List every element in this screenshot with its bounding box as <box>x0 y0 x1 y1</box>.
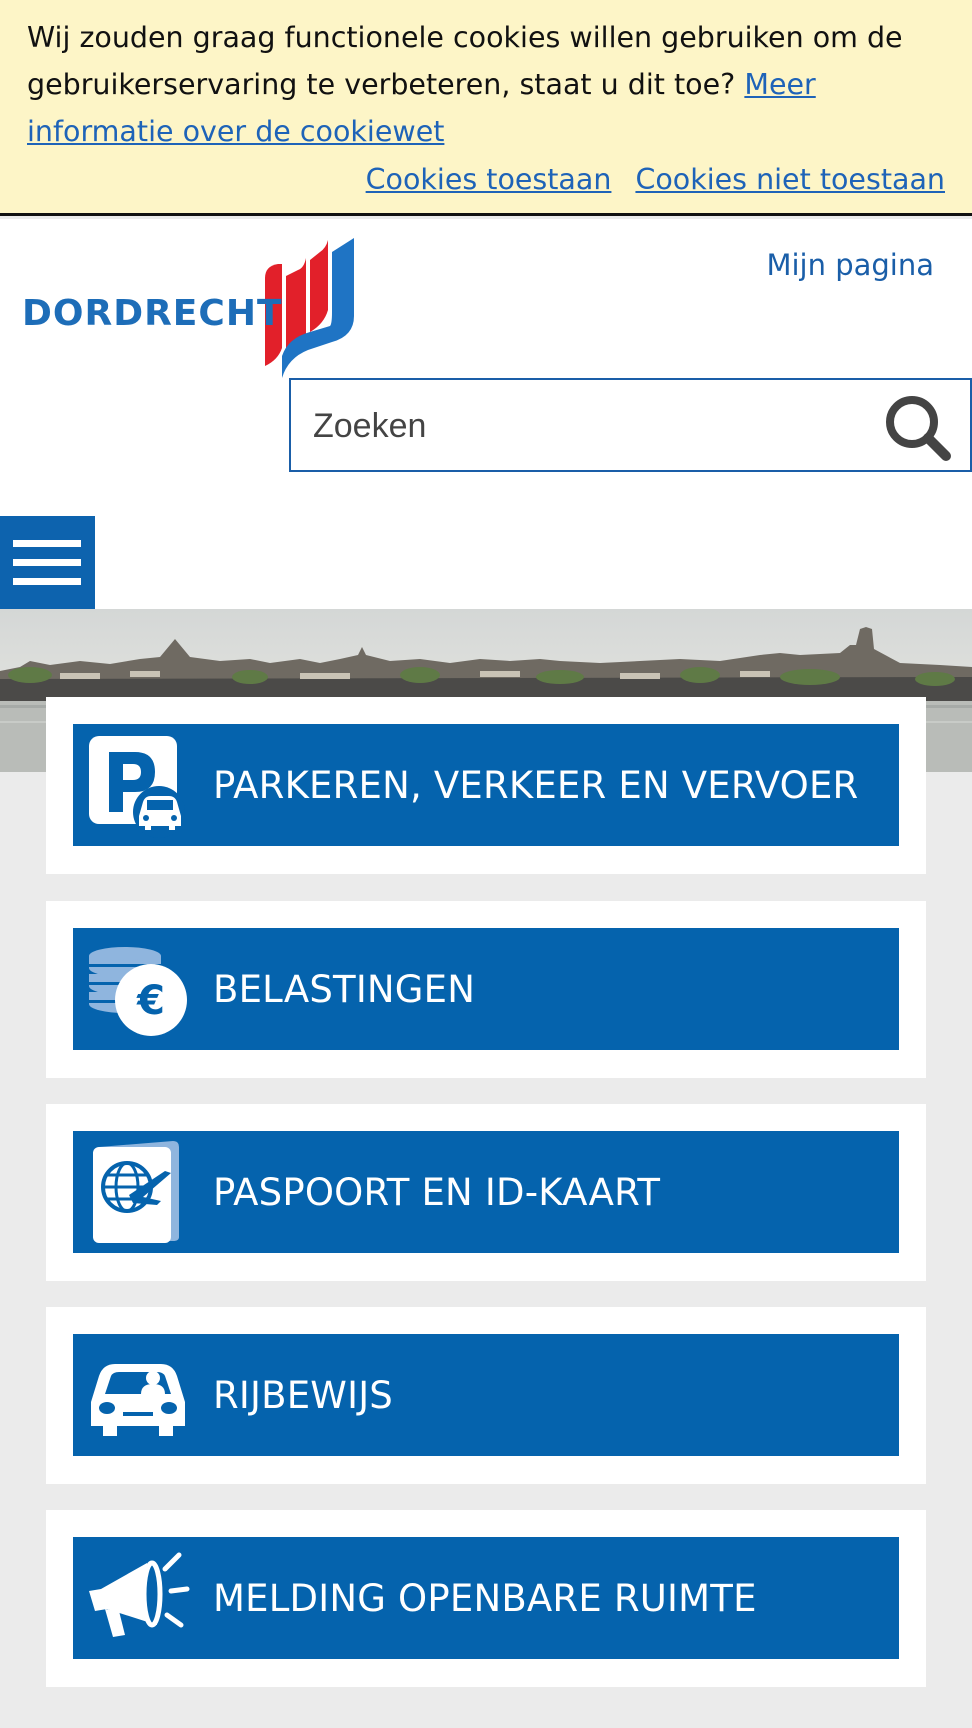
menu-button[interactable] <box>0 516 95 609</box>
search-input[interactable] <box>311 400 875 452</box>
hamburger-menu-icon <box>13 540 81 547</box>
coins-euro-icon: € <box>83 934 193 1044</box>
parking-car-icon <box>83 730 193 840</box>
tile-belastingen[interactable]: € BELASTINGEN <box>73 928 899 1050</box>
tile-label: PARKEREN, VERKEER EN VERVOER <box>213 763 859 807</box>
tile-card: RIJBEWIJS <box>46 1307 926 1484</box>
mijn-pagina-link[interactable]: Mijn pagina <box>766 248 934 282</box>
tile-card: € BELASTINGEN <box>46 901 926 1078</box>
tile-card: PARKEREN, VERKEER EN VERVOER <box>46 697 926 874</box>
tile-label: RIJBEWIJS <box>213 1373 393 1417</box>
passport-icon <box>83 1137 193 1247</box>
tile-card: PASPOORT EN ID-KAART <box>46 1104 926 1281</box>
tile-label: PASPOORT EN ID-KAART <box>213 1170 661 1214</box>
search-form <box>289 378 972 472</box>
search-icon <box>886 396 951 461</box>
tile-rijbewijs[interactable]: RIJBEWIJS <box>73 1334 899 1456</box>
cookies-deny-link[interactable]: Cookies niet toestaan <box>635 163 945 196</box>
tile-card: MELDING OPENBARE RUIMTE <box>46 1510 926 1687</box>
tile-melding[interactable]: MELDING OPENBARE RUIMTE <box>73 1537 899 1659</box>
svg-text:€: € <box>136 978 165 1024</box>
megaphone-icon <box>83 1543 193 1653</box>
cookie-message: Wij zouden graag functionele cookies wil… <box>27 14 957 155</box>
hamburger-menu-icon <box>13 578 81 585</box>
hamburger-menu-icon <box>13 559 81 566</box>
cookies-allow-link[interactable]: Cookies toestaan <box>366 163 612 196</box>
cookie-actions: Cookies toestaan Cookies niet toestaan <box>342 156 945 203</box>
tile-label: MELDING OPENBARE RUIMTE <box>213 1576 757 1620</box>
search-button[interactable] <box>882 392 952 462</box>
tile-label: BELASTINGEN <box>213 967 476 1011</box>
cookie-bar: Wij zouden graag functionele cookies wil… <box>0 0 972 216</box>
car-driver-icon <box>83 1340 193 1450</box>
tile-parkeren[interactable]: PARKEREN, VERKEER EN VERVOER <box>73 724 899 846</box>
logo-wordmark: DORDRECHT <box>22 293 283 334</box>
tile-paspoort[interactable]: PASPOORT EN ID-KAART <box>73 1131 899 1253</box>
